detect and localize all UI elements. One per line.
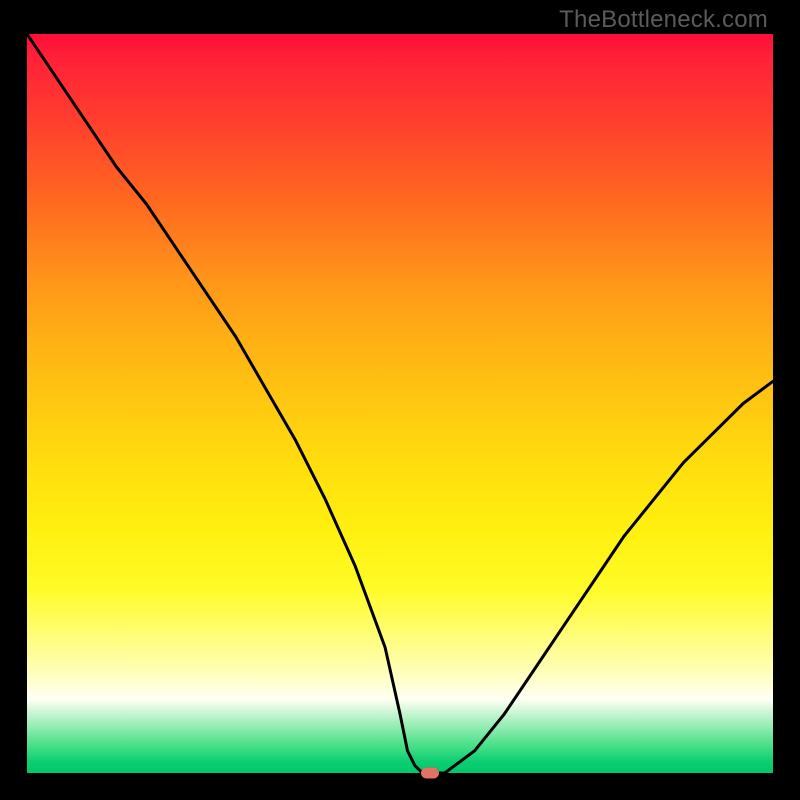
bottleneck-curve — [27, 34, 773, 773]
chart-frame: TheBottleneck.com — [0, 0, 800, 800]
plot-area — [27, 34, 773, 773]
optimal-point-marker — [421, 768, 439, 779]
attribution-text: TheBottleneck.com — [559, 6, 768, 34]
